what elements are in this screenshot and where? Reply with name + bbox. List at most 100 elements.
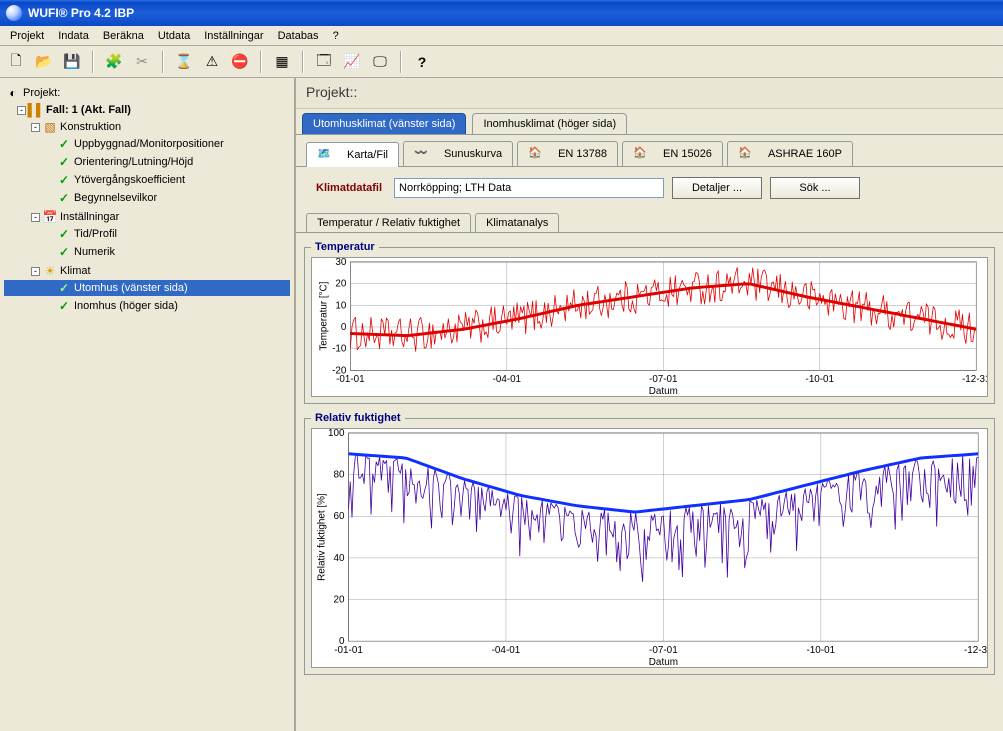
tree-case-label: Fall: 1 (Akt. Fall) xyxy=(46,104,131,116)
svg-text:Datum: Datum xyxy=(649,386,678,397)
tree-group-label: Klimat xyxy=(60,265,91,277)
tree-item[interactable]: ✓Begynnelsevilkor xyxy=(4,190,290,206)
new-icon[interactable]: 🗋 xyxy=(4,50,28,74)
tree-item[interactable]: ✓Orientering/Lutning/Höjd xyxy=(4,154,290,170)
tab-klimatanalys[interactable]: Klimatanalys xyxy=(475,213,559,232)
tab-karta-fil[interactable]: 🗺️Karta/Fil xyxy=(306,142,399,167)
humidity-group: Relativ fuktighet 020406080100-01-01-04-… xyxy=(304,412,995,675)
menubar: Projekt Indata Beräkna Utdata Inställnin… xyxy=(0,26,1003,46)
menu-projekt[interactable]: Projekt xyxy=(4,28,50,44)
tab-ashrae160p[interactable]: 🏠ASHRAE 160P xyxy=(727,141,853,166)
tree-icon[interactable]: 🧩 xyxy=(102,50,126,74)
check-icon: ✓ xyxy=(57,173,71,187)
app-icon xyxy=(6,5,22,21)
menu-utdata[interactable]: Utdata xyxy=(152,28,196,44)
tab-indoor-climate[interactable]: Inomhusklimat (höger sida) xyxy=(472,113,627,134)
svg-text:100: 100 xyxy=(328,428,345,439)
tab-en13788[interactable]: 🏠EN 13788 xyxy=(517,141,618,166)
check-icon: ✓ xyxy=(57,227,71,241)
tree-item[interactable]: ✓Ytövergångskoefficient xyxy=(4,172,290,188)
breadcrumb-text: Projekt:: xyxy=(306,84,357,100)
climate-file-input[interactable] xyxy=(394,178,664,198)
tab-label: ASHRAE 160P xyxy=(768,148,842,160)
climate-source-tabs: 🗺️Karta/Fil 〰️ Sunuskurva 🏠EN 13788 🏠EN 1… xyxy=(296,135,1003,167)
cut-icon[interactable]: ✂ xyxy=(130,50,154,74)
search-button[interactable]: Sök ... xyxy=(770,177,860,199)
tree-item[interactable]: ✓Numerik xyxy=(4,244,290,260)
warn-icon[interactable]: ⚠ xyxy=(200,50,224,74)
save-icon[interactable]: 💾 xyxy=(60,50,84,74)
tab-label: Utomhusklimat (vänster sida) xyxy=(313,118,455,130)
chart-title: Temperatur xyxy=(311,241,379,253)
tab-temp-rh[interactable]: Temperatur / Relativ fuktighet xyxy=(306,213,471,232)
tab-sinuskurva[interactable]: 〰️ Sunuskurva xyxy=(403,141,513,166)
climate-file-row: Klimatdatafil Detaljer ... Sök ... xyxy=(296,167,1003,209)
button-label: Detaljer ... xyxy=(692,182,742,194)
svg-text:-07-01: -07-01 xyxy=(649,374,677,385)
stop-icon[interactable]: ⛔ xyxy=(228,50,252,74)
tree-case[interactable]: - ▌▌ Fall: 1 (Akt. Fall) xyxy=(4,102,290,118)
tree-group-konstruktion[interactable]: - ▧ Konstruktion xyxy=(4,119,290,135)
check-icon: ✓ xyxy=(57,191,71,205)
check-icon: ✓ xyxy=(57,155,71,169)
tree-group-label: Konstruktion xyxy=(60,121,121,133)
tree-item-label: Inomhus (höger sida) xyxy=(74,300,178,312)
building-icon: ▧ xyxy=(43,120,57,134)
toolbar-sep xyxy=(302,51,304,73)
svg-text:40: 40 xyxy=(334,553,346,564)
settings-icon: 📅 xyxy=(43,210,57,224)
tab-label: EN 15026 xyxy=(663,148,712,160)
svg-text:0: 0 xyxy=(341,322,347,333)
menu-berakna[interactable]: Beräkna xyxy=(97,28,150,44)
button-label: Sök ... xyxy=(799,182,830,194)
tree-item-label: Utomhus (vänster sida) xyxy=(74,282,188,294)
expander-icon[interactable]: - xyxy=(31,123,40,132)
present-icon[interactable]: 🖵 xyxy=(368,50,392,74)
svg-text:Datum: Datum xyxy=(649,657,678,668)
tree-root-label: Projekt: xyxy=(23,87,60,99)
details-button[interactable]: Detaljer ... xyxy=(672,177,762,199)
project-tree[interactable]: ◐ Projekt: - ▌▌ Fall: 1 (Akt. Fall) - ▧ xyxy=(0,78,296,731)
svg-text:30: 30 xyxy=(335,257,346,268)
tab-label: Sunuskurva xyxy=(444,148,502,160)
check-icon: ✓ xyxy=(57,281,71,295)
expander-icon[interactable]: - xyxy=(31,213,40,222)
temperature-group: Temperatur -20-100102030-01-01-04-01-07-… xyxy=(304,241,995,404)
tree-item-label: Begynnelsevilkor xyxy=(74,192,157,204)
main-panel: Projekt:: Utomhusklimat (vänster sida) I… xyxy=(296,78,1003,731)
hourglass-icon[interactable]: ⌛ xyxy=(172,50,196,74)
svg-text:-10-01: -10-01 xyxy=(806,374,834,385)
tree-group-klimat[interactable]: - ☀ Klimat xyxy=(4,263,290,279)
tab-label: Klimatanalys xyxy=(486,217,548,229)
tab-label: EN 13788 xyxy=(558,148,607,160)
toolbar-sep xyxy=(400,51,402,73)
sine-icon: 〰️ xyxy=(414,146,438,162)
climate-side-tabs: Utomhusklimat (vänster sida) Inomhusklim… xyxy=(296,109,1003,135)
chart-icon[interactable]: 📈 xyxy=(340,50,364,74)
menu-indata[interactable]: Indata xyxy=(52,28,95,44)
menu-databas[interactable]: Databas xyxy=(272,28,325,44)
toolbar: 🗋 📂 💾 🧩 ✂ ⌛ ⚠ ⛔ ▦ 🗔 📈 🖵 ? xyxy=(0,46,1003,78)
tree-group-label: Inställningar xyxy=(60,211,119,223)
tree-root[interactable]: ◐ Projekt: xyxy=(4,85,290,101)
window-titlebar: WUFI® Pro 4.2 IBP xyxy=(0,0,1003,26)
tree-item-selected[interactable]: ✓Utomhus (vänster sida) xyxy=(4,280,290,296)
tree-item[interactable]: ✓Tid/Profil xyxy=(4,226,290,242)
tree-item[interactable]: ✓Uppbyggnad/Monitorpositioner xyxy=(4,136,290,152)
tree-item[interactable]: ✓Inomhus (höger sida) xyxy=(4,298,290,314)
expander-icon[interactable]: - xyxy=(17,106,26,115)
expander-icon[interactable]: - xyxy=(31,267,40,276)
toolbar-sep xyxy=(260,51,262,73)
svg-text:-12-31: -12-31 xyxy=(964,645,988,656)
grid-icon[interactable]: ▦ xyxy=(270,50,294,74)
tab-en15026[interactable]: 🏠EN 15026 xyxy=(622,141,723,166)
window-title: WUFI® Pro 4.2 IBP xyxy=(28,6,134,20)
tree-group-installningar[interactable]: - 📅 Inställningar xyxy=(4,209,290,225)
menu-help[interactable]: ? xyxy=(327,28,345,44)
open-icon[interactable]: 📂 xyxy=(32,50,56,74)
menu-installningar[interactable]: Inställningar xyxy=(198,28,269,44)
svg-text:10: 10 xyxy=(335,300,346,311)
table-icon[interactable]: 🗔 xyxy=(312,50,336,74)
tab-outdoor-climate[interactable]: Utomhusklimat (vänster sida) xyxy=(302,113,466,134)
help-icon[interactable]: ? xyxy=(410,50,434,74)
